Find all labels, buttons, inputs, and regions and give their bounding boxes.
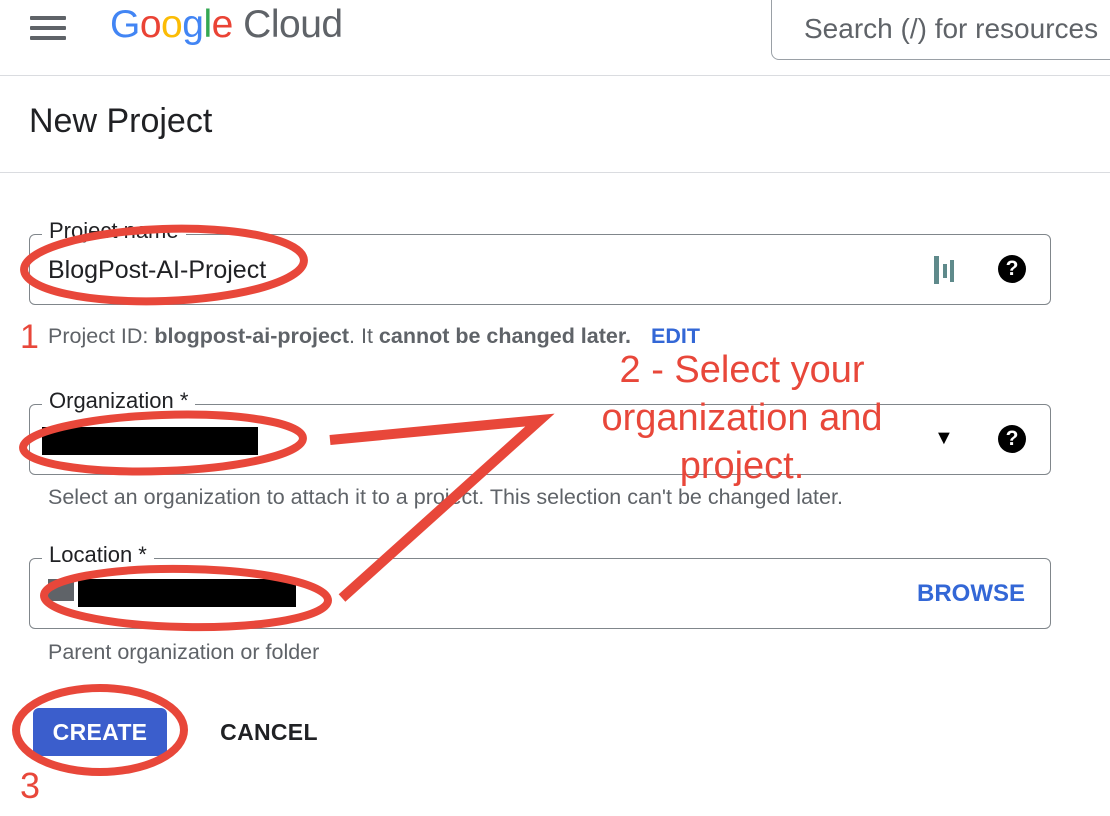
- google-letter: o: [161, 3, 183, 46]
- step-2-line-3: project.: [679, 445, 805, 487]
- step-2-instructions: 2 - Select your organization and project…: [582, 346, 902, 490]
- cloud-wordmark: Cloud: [243, 3, 343, 46]
- project-id-mid: . It: [349, 324, 379, 348]
- browse-button[interactable]: BROWSE: [917, 580, 1025, 608]
- project-name-label: Project name: [42, 218, 186, 244]
- edit-project-id-link[interactable]: EDIT: [651, 324, 700, 348]
- project-name-help-icon[interactable]: ?: [998, 255, 1026, 283]
- location-hint: Parent organization or folder: [48, 640, 320, 664]
- organization-help-icon[interactable]: ?: [998, 425, 1026, 453]
- chevron-down-icon[interactable]: ▼: [934, 427, 954, 450]
- project-id-value: blogpost-ai-project: [154, 324, 350, 348]
- organization-redacted-value: [42, 427, 258, 455]
- page-title: New Project: [29, 102, 213, 140]
- location-folder-icon: [48, 579, 74, 601]
- project-name-field[interactable]: Project name BlogPost-AI-Project ?: [29, 218, 1051, 305]
- create-button[interactable]: CREATE: [33, 708, 167, 756]
- step-2-line-1: 2 - Select your: [619, 349, 865, 391]
- main-menu-icon[interactable]: [30, 16, 66, 40]
- step-1-marker: 1: [20, 318, 39, 356]
- google-letter: g: [182, 3, 204, 46]
- search-placeholder: Search (/) for resources: [804, 13, 1099, 44]
- google-wordmark: Google: [110, 3, 233, 46]
- location-label: Location *: [42, 542, 154, 568]
- bar-chart-icon[interactable]: [931, 254, 957, 286]
- location-field[interactable]: Location * BROWSE: [29, 542, 1051, 629]
- project-id-warning: cannot be changed later.: [378, 324, 631, 348]
- project-id-prefix: Project ID:: [48, 324, 155, 348]
- organization-label: Organization *: [42, 388, 196, 414]
- step-2-line-2: organization and: [601, 397, 883, 439]
- location-redacted-value: [78, 579, 296, 607]
- google-letter: o: [139, 3, 162, 46]
- google-cloud-logo[interactable]: Google Cloud: [110, 3, 343, 47]
- page-header: New Project: [0, 76, 1110, 173]
- top-bar: Google Cloud Search (/) for resources: [0, 0, 1110, 76]
- google-letter: G: [110, 3, 140, 46]
- step-3-marker: 3: [20, 765, 41, 806]
- google-letter: l: [203, 3, 212, 46]
- google-letter: e: [211, 3, 234, 46]
- project-name-value: BlogPost-AI-Project: [48, 256, 267, 284]
- cancel-button[interactable]: CANCEL: [205, 708, 333, 756]
- search-input[interactable]: Search (/) for resources: [771, 0, 1110, 60]
